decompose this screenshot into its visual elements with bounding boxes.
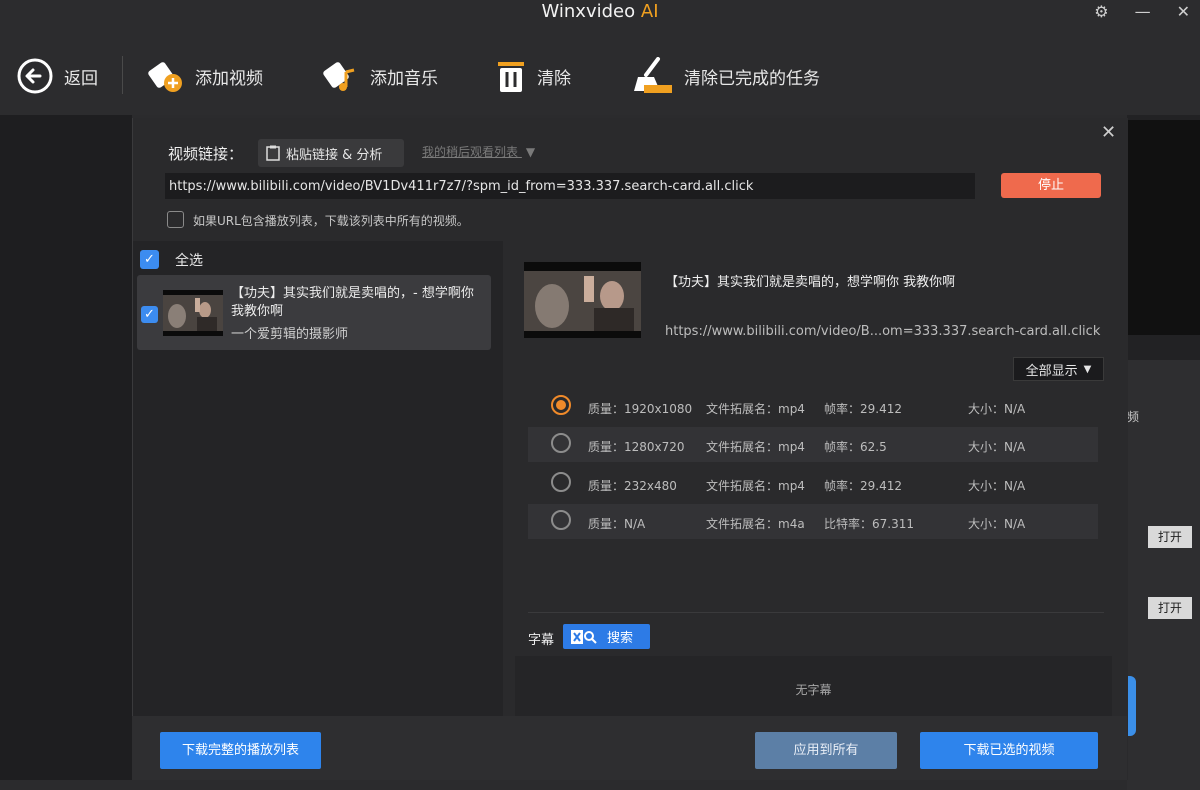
- background-left-pane: [0, 115, 132, 780]
- subtitle-label: 字幕: [528, 633, 555, 648]
- background-fragment: 频: [1127, 410, 1140, 424]
- show-all-label: 全部显示: [1025, 363, 1078, 379]
- background-preview: [1127, 120, 1200, 335]
- paste-analyze-button[interactable]: 粘贴链接 & 分析: [258, 139, 404, 167]
- app-title-ai: AI: [640, 1, 659, 22]
- format-ext: 文件拓展名：m4a: [706, 517, 805, 531]
- app-title-main: Winxvideo: [541, 1, 636, 22]
- paste-analyze-label: 粘贴链接 & 分析: [286, 147, 383, 163]
- format-radio[interactable]: [551, 510, 571, 530]
- broom-icon: [634, 57, 672, 93]
- format-row[interactable]: 质量：1280x720 文件拓展名：mp4 帧率：62.5 大小：N/A: [528, 427, 1098, 462]
- trash-icon: [498, 62, 524, 92]
- clear-completed-label: 清除已完成的任务: [684, 68, 820, 89]
- format-size: 大小：N/A: [968, 440, 1026, 454]
- format-row[interactable]: 质量：N/A 文件拓展名：m4a 比特率：67.311 大小：N/A: [528, 504, 1098, 539]
- download-playlist-button[interactable]: 下载完整的播放列表: [160, 732, 321, 769]
- stop-button[interactable]: 停止: [1001, 173, 1101, 198]
- format-radio[interactable]: [551, 472, 571, 492]
- item-title: 【功夫】其实我们就是卖唱的，- 想学啊你 我教你啊: [231, 286, 474, 319]
- format-size: 大小：N/A: [968, 517, 1026, 531]
- back-button[interactable]: 返回: [16, 56, 98, 96]
- url-label: 视频链接：: [168, 145, 244, 163]
- app-title: Winxvideo AI: [0, 0, 1200, 24]
- apply-to-all-button[interactable]: 应用到所有: [755, 732, 897, 769]
- detail-url: https://www.bilibili.com/video/B...om=33…: [665, 324, 1101, 339]
- playlist-checkbox[interactable]: [167, 211, 184, 228]
- format-row[interactable]: 质量：1920x1080 文件拓展名：mp4 帧率：29.412 大小：N/A: [528, 389, 1098, 424]
- format-quality: 质量：1280x720: [588, 440, 685, 454]
- format-ext: 文件拓展名：mp4: [706, 440, 805, 454]
- clear-button[interactable]: 清除: [495, 56, 571, 96]
- list-item[interactable]: ✓ 【功夫】其实我们就是卖唱的，- 想学啊你 我教你啊 一个爱剪辑的摄影师: [137, 275, 491, 350]
- subtitle-search-button[interactable]: 搜索: [563, 624, 650, 649]
- subtitle-search-label: 搜索: [607, 631, 634, 646]
- add-music-label: 添加音乐: [370, 68, 438, 89]
- format-rate: 比特率：67.311: [824, 517, 914, 531]
- dropdown-caret-icon: ▼: [525, 145, 536, 159]
- subtitle-search-icon: [571, 629, 597, 644]
- no-subtitle-text: 无字幕: [795, 683, 832, 697]
- thumbnail-image-icon: [163, 290, 223, 336]
- playlist-option-label: 如果URL包含播放列表，下载该列表中所有的视频。: [193, 214, 469, 228]
- add-music-icon: [323, 62, 355, 91]
- format-rate: 帧率：62.5: [824, 440, 887, 454]
- item-author: 一个爱剪辑的摄影师: [231, 327, 349, 342]
- open-button-1[interactable]: 打开: [1148, 526, 1192, 548]
- format-size: 大小：N/A: [968, 402, 1026, 416]
- download-selected-button[interactable]: 下载已选的视频: [920, 732, 1098, 769]
- format-rate: 帧率：29.412: [824, 479, 902, 493]
- select-all-checkbox[interactable]: ✓: [140, 250, 159, 269]
- add-video-label: 添加视频: [195, 68, 263, 89]
- show-all-dropdown[interactable]: 全部显示 ▼: [1013, 357, 1104, 381]
- add-video-icon: [148, 62, 182, 92]
- url-input[interactable]: [165, 173, 975, 199]
- item-checkbox[interactable]: ✓: [141, 306, 158, 323]
- window-controls: ⚙ — ✕: [1094, 2, 1190, 21]
- detail-title: 【功夫】其实我们就是卖唱的，想学啊你 我教你啊: [665, 275, 956, 290]
- minimize-icon[interactable]: —: [1135, 2, 1151, 21]
- detail-thumbnail: [524, 262, 641, 338]
- format-quality: 质量：1920x1080: [588, 402, 693, 416]
- format-size: 大小：N/A: [968, 479, 1026, 493]
- add-video-button[interactable]: 添加视频: [147, 56, 263, 96]
- clear-label: 清除: [537, 68, 571, 89]
- format-quality: 质量：N/A: [588, 517, 646, 531]
- divider: [528, 612, 1104, 613]
- format-ext: 文件拓展名：mp4: [706, 402, 805, 416]
- watch-later-label: 我的稍后观看列表: [422, 145, 519, 159]
- format-ext: 文件拓展名：mp4: [706, 479, 805, 493]
- add-music-button[interactable]: 添加音乐: [322, 56, 438, 96]
- format-radio[interactable]: [551, 395, 571, 415]
- back-label: 返回: [64, 68, 98, 89]
- dialog-close-icon[interactable]: ✕: [1101, 122, 1116, 143]
- format-quality: 质量：232x480: [588, 479, 677, 493]
- watch-later-link[interactable]: 我的稍后观看列表 ▼: [422, 143, 535, 160]
- subtitle-list: 无字幕: [515, 656, 1112, 716]
- background-right-pane: 频: [1127, 115, 1200, 790]
- clear-completed-button[interactable]: 清除已完成的任务: [630, 56, 820, 96]
- detail-thumbnail-image-icon: [524, 262, 641, 338]
- close-window-icon[interactable]: ✕: [1177, 2, 1190, 21]
- back-arrow-icon: [17, 58, 53, 94]
- format-rate: 帧率：29.412: [824, 402, 902, 416]
- toolbar-divider: [122, 56, 123, 94]
- format-radio[interactable]: [551, 433, 571, 453]
- format-row[interactable]: 质量：232x480 文件拓展名：mp4 帧率：29.412 大小：N/A: [528, 466, 1098, 501]
- settings-gear-icon[interactable]: ⚙: [1094, 2, 1108, 21]
- chevron-down-icon: ▼: [1083, 363, 1092, 375]
- select-all-label: 全选: [175, 253, 203, 269]
- clipboard-icon: [266, 145, 280, 161]
- item-thumbnail: [163, 290, 223, 336]
- open-button-2[interactable]: 打开: [1148, 597, 1192, 619]
